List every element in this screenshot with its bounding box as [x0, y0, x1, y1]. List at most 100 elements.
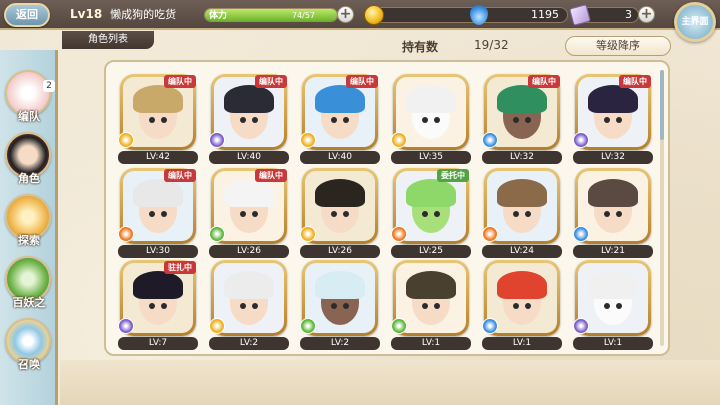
character-level: LV:26	[209, 245, 289, 258]
element-icon	[391, 318, 407, 334]
character-eye	[434, 211, 440, 217]
owned-label: 持有数	[402, 40, 439, 54]
character-eye	[161, 117, 167, 123]
character-card[interactable]: 编队中 LV:32	[573, 74, 653, 164]
nav-summon[interactable]: 召唤	[5, 318, 53, 376]
character-eye	[513, 211, 519, 217]
character-eye	[604, 211, 610, 217]
character-hair	[406, 271, 456, 299]
character-eye	[616, 303, 622, 309]
nav-yokai-label: 百妖之	[12, 296, 46, 309]
character-hair	[588, 179, 638, 207]
character-hair	[315, 179, 365, 207]
character-card[interactable]: 编队中 LV:40	[209, 74, 289, 164]
character-eye	[422, 211, 428, 217]
status-badge: 编队中	[164, 75, 196, 88]
sort-button[interactable]: 等级降序	[565, 36, 671, 56]
character-card[interactable]: 委托中 LV:25	[391, 168, 471, 258]
nav-yokai[interactable]: 百妖之	[5, 256, 53, 314]
character-eye	[434, 117, 440, 123]
character-list-tab[interactable]: 角色列表	[62, 31, 154, 49]
character-eye	[616, 117, 622, 123]
ticket-display: 3 +	[568, 3, 657, 27]
element-icon	[209, 318, 225, 334]
character-level: LV:7	[118, 337, 198, 350]
element-icon	[391, 132, 407, 148]
side-navigation: 2 编队 角色 探索 百妖之 召唤	[0, 50, 58, 405]
character-card[interactable]: LV:1	[482, 260, 562, 350]
character-card[interactable]: 编队中 LV:40	[300, 74, 380, 164]
character-eye	[149, 303, 155, 309]
character-level: LV:42	[118, 151, 198, 164]
stamina-label: 体力	[209, 11, 228, 21]
character-level: LV:40	[300, 151, 380, 164]
main-menu-button[interactable]: 主界面	[674, 2, 716, 42]
character-card[interactable]: LV:1	[573, 260, 653, 350]
character-eye	[331, 211, 337, 217]
element-icon	[209, 226, 225, 242]
character-eye	[252, 117, 258, 123]
character-card[interactable]: LV:26	[300, 168, 380, 258]
character-hair	[133, 271, 183, 299]
character-eye	[331, 117, 337, 123]
character-hair	[406, 179, 456, 207]
team-count-badge: 2	[43, 80, 55, 92]
character-card[interactable]: LV:24	[482, 168, 562, 258]
character-card[interactable]: LV:1	[391, 260, 471, 350]
character-card[interactable]: 编队中 LV:42	[118, 74, 198, 164]
add-stamina-button[interactable]: +	[337, 6, 354, 23]
character-card[interactable]: LV:21	[573, 168, 653, 258]
character-hair	[133, 179, 183, 207]
element-icon	[118, 318, 134, 334]
character-card[interactable]: LV:2	[209, 260, 289, 350]
back-button[interactable]: 返回	[4, 3, 50, 27]
nav-explore[interactable]: 探索	[5, 194, 53, 252]
stamina-track: 体力 74/57	[204, 8, 338, 22]
scrollbar-thumb[interactable]	[660, 70, 664, 140]
character-hair	[497, 179, 547, 207]
status-badge: 编队中	[619, 75, 651, 88]
character-card[interactable]: LV:35	[391, 74, 471, 164]
status-badge: 编队中	[528, 75, 560, 88]
character-level: LV:2	[209, 337, 289, 350]
character-eye	[149, 211, 155, 217]
element-icon	[118, 226, 134, 242]
add-ticket-button[interactable]: +	[638, 6, 655, 23]
character-eye	[422, 303, 428, 309]
character-eye	[161, 211, 167, 217]
character-eye	[343, 211, 349, 217]
character-card[interactable]: LV:2	[300, 260, 380, 350]
character-eye	[149, 117, 155, 123]
character-hair	[224, 179, 274, 207]
character-level: LV:1	[573, 337, 653, 350]
character-eye	[422, 117, 428, 123]
nav-team-label: 编队	[18, 110, 40, 123]
character-hair	[315, 85, 365, 113]
character-eye	[343, 117, 349, 123]
character-eye	[434, 303, 440, 309]
character-level: LV:21	[573, 245, 653, 258]
element-icon	[118, 132, 134, 148]
character-eye	[525, 117, 531, 123]
character-level: LV:1	[482, 337, 562, 350]
player-name: 懒成狗的吃货	[110, 8, 177, 21]
character-level: LV:1	[391, 337, 471, 350]
element-icon	[209, 132, 225, 148]
character-eye	[604, 117, 610, 123]
character-eye	[525, 211, 531, 217]
gem-amount: 1195	[474, 7, 568, 23]
character-card[interactable]: 驻扎中 LV:7	[118, 260, 198, 350]
character-hair	[133, 85, 183, 113]
character-card[interactable]: 编队中 LV:26	[209, 168, 289, 258]
character-hair	[588, 85, 638, 113]
character-card[interactable]: 编队中 LV:30	[118, 168, 198, 258]
status-badge: 编队中	[255, 75, 287, 88]
character-card[interactable]: 编队中 LV:32	[482, 74, 562, 164]
nav-team[interactable]: 2 编队	[5, 70, 55, 128]
element-icon	[573, 132, 589, 148]
top-bar: 返回 Lv18 懒成狗的吃货 体力 74/57 + 16873 1195 3 +…	[0, 0, 720, 42]
stamina-bar: 体力 74/57 +	[204, 6, 354, 24]
stamina-value: 74/57	[291, 11, 315, 20]
nav-character[interactable]: 角色	[5, 132, 53, 190]
scrollbar[interactable]	[660, 70, 664, 346]
